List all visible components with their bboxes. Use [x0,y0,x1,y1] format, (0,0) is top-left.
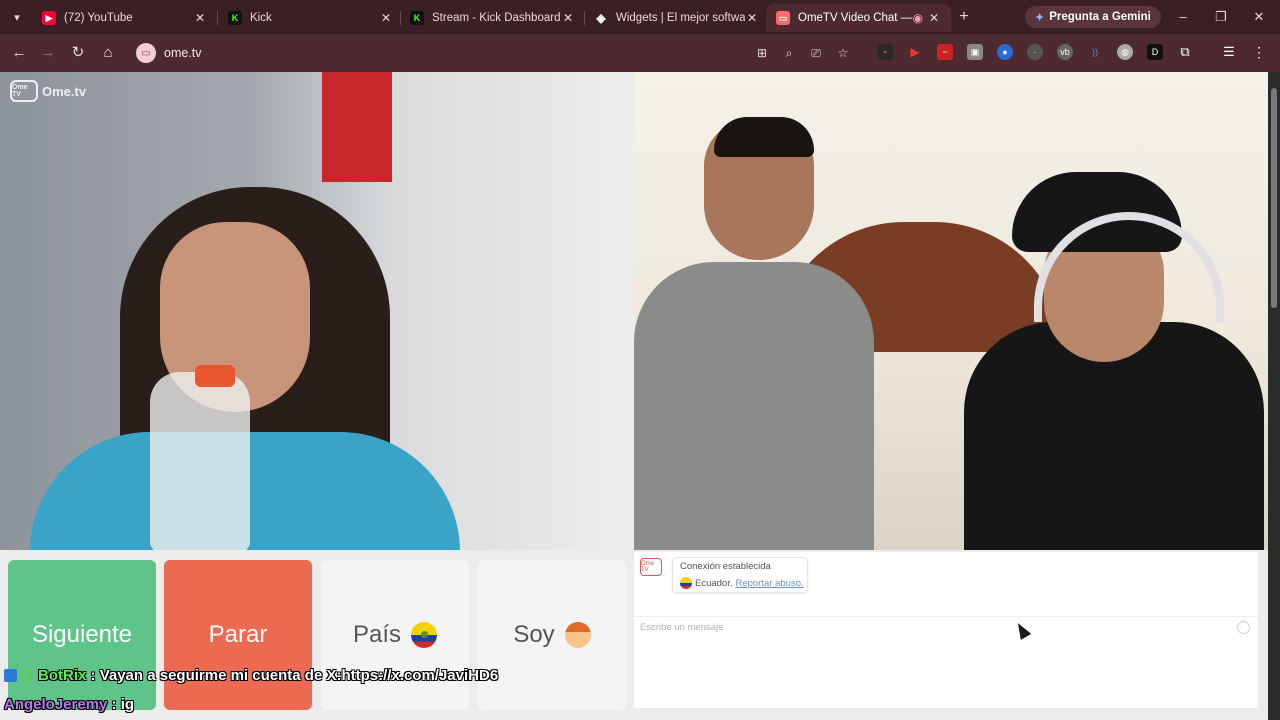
extension-icon[interactable]: D [1147,44,1163,60]
youtube-icon: ▶ [42,11,56,25]
tab-title: (72) YouTube [64,12,133,24]
kick-icon: K [228,11,242,25]
close-icon[interactable]: ✕ [927,11,941,25]
overlay-message-text: Vayan a seguirme mi cuenta de X:https://… [99,667,499,684]
connection-status: Conexión establecida [680,561,771,572]
ecuador-flag-icon [680,577,692,589]
extension-icon[interactable]: vb [1057,44,1073,60]
overlay-username: AngeloJeremy [4,696,108,713]
bookmark-star-icon[interactable]: ☆ [833,43,853,63]
stop-button[interactable]: Parar [164,560,312,710]
tab-strip: ▾ ▶ (72) YouTube ✕ K Kick ✕ K Stream - K… [0,0,1280,34]
address-bar[interactable]: ▭ ome.tv ⊞ ⌕ ⎚ ☆ [130,39,860,67]
extension-icon[interactable]: ▣ [967,44,983,60]
gender-button[interactable]: Soy [478,560,626,710]
youtube-extension-icon[interactable]: ▶ [907,44,923,60]
minimize-icon[interactable]: – [1173,8,1193,26]
local-video: Ome TV Ome.tv [0,72,632,550]
recording-icon: ◉ [912,11,923,25]
close-icon[interactable]: ✕ [745,11,759,25]
tab-youtube[interactable]: ▶ (72) YouTube ✕ [32,4,217,32]
boy-face-icon [564,622,591,648]
extension-icon[interactable]: ▪ [877,44,893,60]
tab-title: Kick [250,12,272,24]
message-input[interactable]: Escribe un mensaje [634,616,1258,636]
extension-icon[interactable]: ● [997,44,1013,60]
close-icon[interactable]: ✕ [561,11,575,25]
overlay-separator: : [107,696,121,713]
page-scrollbar[interactable] [1268,72,1280,720]
tab-kick-dashboard[interactable]: K Stream - Kick Dashboard ✕ [400,4,585,32]
next-label: Siguiente [31,621,133,648]
overlay-chat-message: AngeloJeremy : ig [4,696,134,713]
remote-video [634,72,1268,550]
report-abuse-link[interactable]: Reportar abuso. [736,578,804,589]
verified-badge-icon [20,670,32,682]
next-button[interactable]: Siguiente [8,560,156,710]
watermark-text: Ome.tv [42,83,87,99]
bottle-cap [195,365,235,387]
ecuador-flag-icon [411,622,438,648]
menu-kebab-icon[interactable]: ⋮ [1251,44,1267,60]
overlay-username: BotRix [38,667,87,684]
stop-label: Parar [208,621,268,648]
overlay-message-text: ig [120,696,135,713]
tab-title: Stream - Kick Dashboard [432,12,561,24]
gemini-button[interactable]: ✦ Pregunta a Gemini [1025,6,1161,28]
person-left-shirt [634,262,874,550]
emoji-icon[interactable] [1237,621,1250,634]
close-icon[interactable]: ✕ [379,11,393,25]
message-placeholder: Escribe un mensaje [640,622,724,633]
tab-title: OmeTV Video Chat — O [798,12,913,24]
kick-icon: K [410,11,424,25]
close-window-icon[interactable]: ✕ [1249,8,1269,26]
new-tab-button[interactable]: + [954,7,974,27]
scroll-thumb[interactable] [1271,88,1277,308]
translate-icon[interactable]: ⊞ [752,43,772,63]
gemini-spark-icon: ✦ [1035,11,1045,24]
extension-icon[interactable]: ~ [937,44,953,60]
forward-icon[interactable]: → [38,43,58,63]
country-button[interactable]: País [321,560,469,710]
overlay-separator: : [86,667,100,684]
close-icon[interactable]: ✕ [193,11,207,25]
extension-icon[interactable]: · [1027,44,1043,60]
person-left-hair [714,117,814,157]
country-label: País [352,621,402,648]
profile-icon[interactable]: ☰ [1221,44,1237,60]
gemini-label: Pregunta a Gemini [1049,11,1151,23]
home-icon[interactable]: ⌂ [98,43,118,63]
water-bottle [150,372,250,550]
gender-label: Soy [513,621,555,648]
widgets-icon: ◈ [596,11,606,25]
tab-kick[interactable]: K Kick ✕ [218,4,403,32]
tab-search-icon[interactable]: ▾ [6,6,28,28]
ometv-icon: ▭ [776,11,790,25]
back-icon[interactable]: ← [9,43,29,63]
ometv-watermark: Ome TV Ome.tv [10,80,86,102]
tab-title: Widgets | El mejor software [616,12,745,24]
cast-icon[interactable]: ⎚ [806,43,826,63]
restore-icon[interactable]: ❐ [1211,8,1231,26]
url-text: ome.tv [164,46,202,60]
tab-widgets[interactable]: ◈ Widgets | El mejor software ✕ [584,4,769,32]
zoom-icon[interactable]: ⌕ [779,43,799,63]
extensions-puzzle-icon[interactable]: ⧉ [1177,44,1193,60]
extension-icon[interactable]: ◍ [1117,44,1133,60]
ometv-chat-logo-icon: Ome TV [640,558,662,576]
overlay-chat-message: BotRix : Vayan a seguirme mi cuenta de X… [4,667,498,684]
bot-badge-icon [4,669,17,682]
background-object [322,72,392,182]
system-message: Conexión establecida Ecuador. Reportar a… [672,557,808,593]
partner-country: Ecuador. [695,577,733,589]
reload-icon[interactable]: ↻ [68,43,88,63]
site-info-icon[interactable]: ▭ [136,43,156,63]
ometv-logo-icon: Ome TV [10,80,38,102]
extension-icon[interactable]: )) [1087,44,1103,60]
browser-toolbar: ← → ↻ ⌂ ▭ ome.tv ⊞ ⌕ ⎚ ☆ ▪ ▶ ~ ▣ ● · vb … [0,34,1280,72]
tab-ometv[interactable]: ▭ OmeTV Video Chat — O ◉ ✕ [766,4,951,32]
